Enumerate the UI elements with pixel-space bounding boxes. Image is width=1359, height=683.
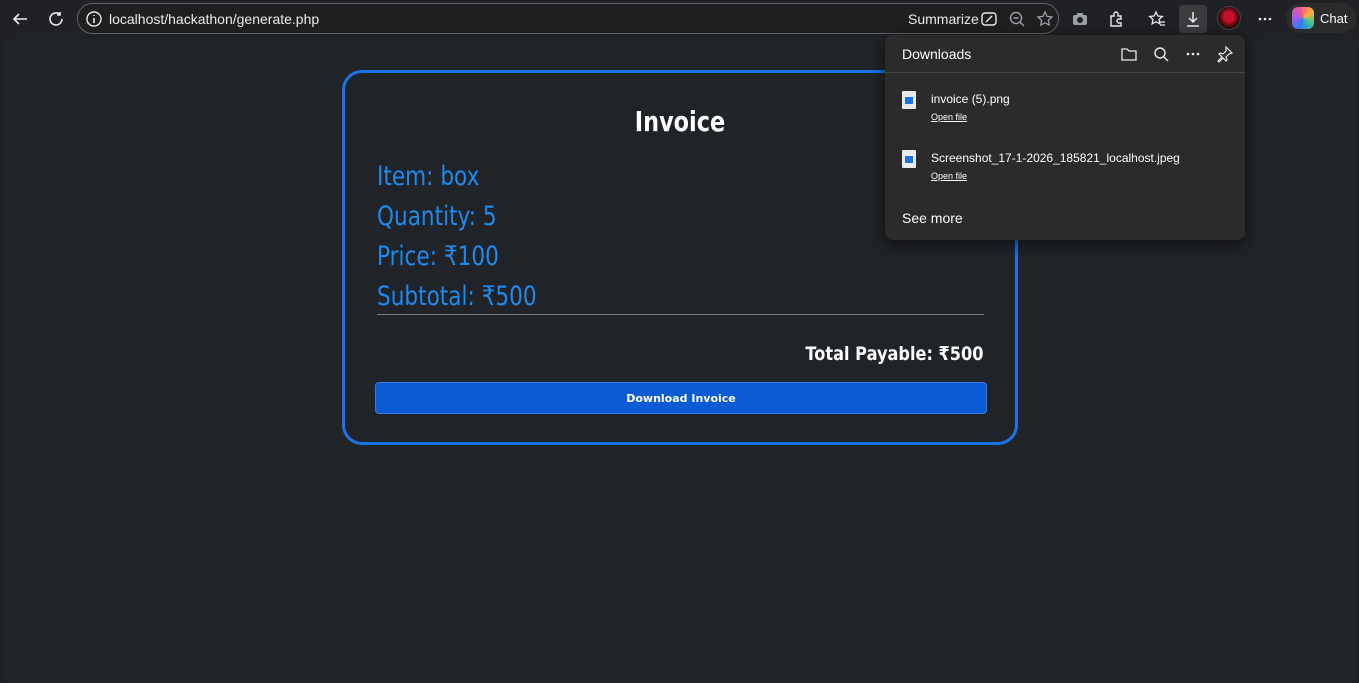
screenshot-button[interactable] <box>1066 5 1094 33</box>
downloads-header: Downloads <box>885 35 1245 73</box>
download-file-name: Screenshot_17-1-2026_185821_localhost.jp… <box>931 151 1180 165</box>
folder-icon[interactable] <box>1120 45 1138 63</box>
image-file-icon <box>902 150 916 168</box>
invoice-title: Invoice <box>634 105 726 138</box>
invoice-price-line: Price: ₹100 <box>377 241 499 272</box>
download-invoice-button[interactable]: Download Invoice <box>375 382 987 414</box>
favorites-button[interactable] <box>1143 5 1171 33</box>
favorites-star-icon <box>1148 10 1165 26</box>
puzzle-icon <box>1110 11 1122 27</box>
profile-avatar[interactable] <box>1217 6 1241 30</box>
invoice-quantity-line: Quantity: 5 <box>377 201 497 232</box>
invoice-item-line: Item: box <box>377 161 480 192</box>
invoice-total: Total Payable: ₹500 <box>804 343 983 365</box>
summarize-button[interactable]: Summarize <box>908 11 979 27</box>
url-text[interactable]: localhost/hackathon/generate.php <box>109 11 319 27</box>
extensions-button[interactable] <box>1102 5 1130 33</box>
open-file-link[interactable]: Open file <box>931 171 967 181</box>
zoom-icon[interactable] <box>1007 9 1027 29</box>
search-icon[interactable] <box>1152 45 1170 63</box>
refresh-button[interactable] <box>42 5 70 33</box>
arrow-left-icon <box>12 13 27 25</box>
downloads-panel: Downloads invoice (5).png Open file Scre… <box>885 35 1245 240</box>
camera-icon <box>1073 13 1087 25</box>
open-file-link[interactable]: Open file <box>931 112 967 122</box>
summarize-icon[interactable] <box>979 9 999 29</box>
pin-icon[interactable] <box>1216 45 1234 63</box>
downloads-title: Downloads <box>902 46 972 62</box>
copilot-icon <box>1292 7 1314 29</box>
address-bar[interactable]: localhost/hackathon/generate.php Summari… <box>77 3 1059 34</box>
download-item[interactable]: Screenshot_17-1-2026_185821_localhost.jp… <box>885 146 1245 196</box>
invoice-divider <box>377 314 984 315</box>
info-icon[interactable] <box>85 10 103 28</box>
invoice-subtotal-line: Subtotal: ₹500 <box>377 281 537 312</box>
more-menu-button[interactable] <box>1251 5 1279 33</box>
favorite-star-icon[interactable] <box>1035 9 1055 29</box>
see-more-link[interactable]: See more <box>902 210 963 226</box>
copilot-chat-button[interactable]: Chat <box>1286 3 1356 33</box>
browser-toolbar: localhost/hackathon/generate.php Summari… <box>0 0 1359 37</box>
download-icon <box>1187 12 1199 27</box>
image-file-icon <box>902 91 916 109</box>
back-button[interactable] <box>6 5 34 33</box>
download-item[interactable]: invoice (5).png Open file <box>885 87 1245 137</box>
more-dots-icon[interactable] <box>1184 45 1202 63</box>
more-dots-icon <box>1258 17 1272 21</box>
refresh-icon <box>49 12 63 26</box>
download-file-name: invoice (5).png <box>931 92 1010 106</box>
chat-label: Chat <box>1320 10 1348 26</box>
downloads-button[interactable] <box>1179 5 1207 33</box>
